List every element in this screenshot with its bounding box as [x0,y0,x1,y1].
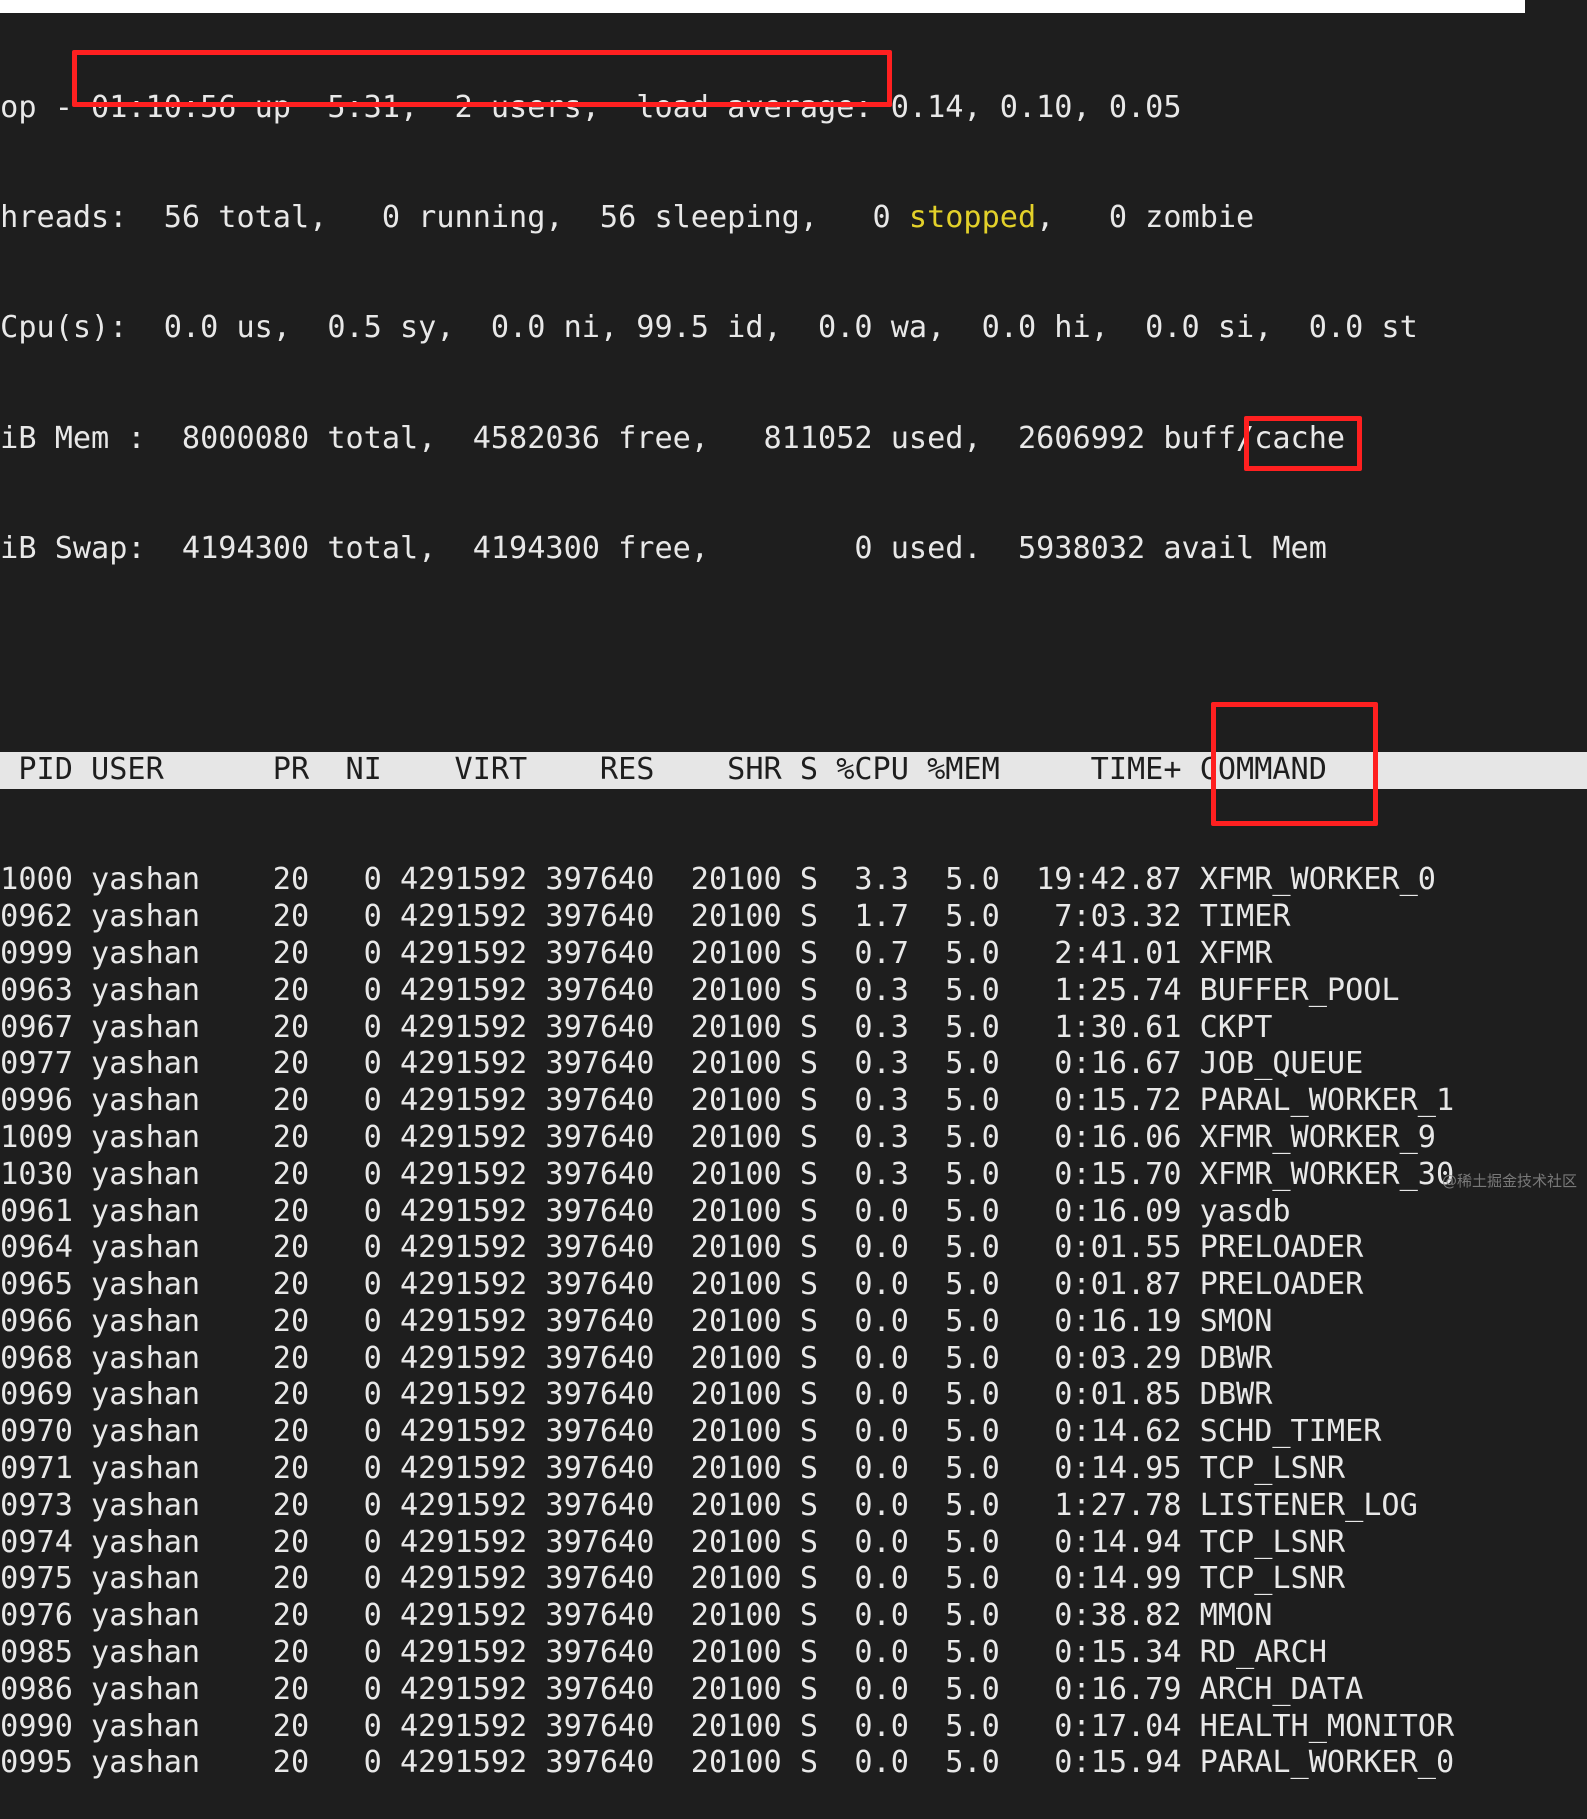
process-row: 10985 yashan 20 0 4291592 397640 20100 S… [0,1635,1327,1671]
window-top-strip-end [1525,0,1587,13]
process-row: 10965 yashan 20 0 4291592 397640 20100 S… [0,1267,1364,1303]
process-row: 10986 yashan 20 0 4291592 397640 20100 S… [0,1671,1364,1707]
process-row: 10974 yashan 20 0 4291592 397640 20100 S… [0,1524,1346,1560]
process-row: 10973 yashan 20 0 4291592 397640 20100 S… [0,1487,1418,1523]
process-row: 11030 yashan 20 0 4291592 397640 20100 S… [0,1156,1455,1192]
process-row: 10975 yashan 20 0 4291592 397640 20100 S… [0,1561,1346,1597]
swap-line: KiB Swap: 4194300 total, 4194300 free, 0… [0,531,1327,567]
watermark: @稀土掘金技术社区 [1441,1172,1577,1190]
process-row: 11000 yashan 20 0 4291592 397640 20100 S… [0,862,1436,898]
process-row: 10962 yashan 20 0 4291592 397640 20100 S… [0,899,1291,935]
process-row: 10996 yashan 20 0 4291592 397640 20100 S… [0,1083,1455,1119]
terminal-output: top - 01:10:56 up 5:31, 2 users, load av… [0,16,1587,1819]
process-row: 10990 yashan 20 0 4291592 397640 20100 S… [0,1708,1455,1744]
process-row: 10963 yashan 20 0 4291592 397640 20100 S… [0,972,1400,1008]
process-row: 10977 yashan 20 0 4291592 397640 20100 S… [0,1046,1364,1082]
threads-counts: Threads: 56 total, 0 running, 56 sleepin… [0,199,909,235]
process-row: 10976 yashan 20 0 4291592 397640 20100 S… [0,1598,1273,1634]
threads-stopped-label: stopped [908,199,1037,235]
process-row: 10968 yashan 20 0 4291592 397640 20100 S… [0,1340,1273,1376]
threads-zombie: , 0 zombie [1036,199,1255,235]
process-row: 10969 yashan 20 0 4291592 397640 20100 S… [0,1377,1273,1413]
highlight-box-threads [72,50,892,107]
process-row: 10999 yashan 20 0 4291592 397640 20100 S… [0,935,1273,971]
window-top-strip [0,0,1587,13]
process-row: 10971 yashan 20 0 4291592 397640 20100 S… [0,1451,1346,1487]
process-row: 10995 yashan 20 0 4291592 397640 20100 S… [0,1745,1455,1781]
process-row: 10966 yashan 20 0 4291592 397640 20100 S… [0,1303,1273,1339]
process-row: 10961 yashan 20 0 4291592 397640 20100 S… [0,1193,1291,1229]
process-row: 10964 yashan 20 0 4291592 397640 20100 S… [0,1230,1364,1266]
highlight-box-smon-dbwr [1211,702,1378,826]
process-row: 10970 yashan 20 0 4291592 397640 20100 S… [0,1414,1382,1450]
cpu-line: %Cpu(s): 0.0 us, 0.5 sy, 0.0 ni, 99.5 id… [0,310,1418,346]
process-row: 11009 yashan 20 0 4291592 397640 20100 S… [0,1119,1436,1155]
process-table-body: 11000 yashan 20 0 4291592 397640 20100 S… [0,862,1587,1782]
process-row: 10967 yashan 20 0 4291592 397640 20100 S… [0,1009,1273,1045]
highlight-box-ckpt [1244,416,1362,471]
threads-line: Threads: 56 total, 0 running, 56 sleepin… [0,200,1587,237]
